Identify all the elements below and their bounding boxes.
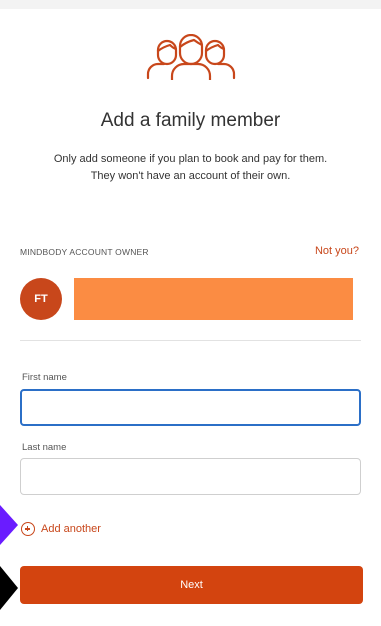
last-name-input[interactable] (20, 458, 361, 495)
account-owner-label: MINDBODY ACCOUNT OWNER (20, 247, 149, 257)
last-name-label: Last name (22, 442, 67, 453)
next-button[interactable]: Next (20, 566, 363, 604)
add-family-member-page: Add a family member Only add someone if … (0, 0, 381, 626)
first-name-label: First name (22, 372, 67, 383)
first-name-input[interactable] (20, 389, 361, 426)
avatar: FT (20, 278, 62, 320)
add-another-button[interactable]: Add another (21, 522, 101, 536)
subtitle-line-1: Only add someone if you plan to book and… (53, 153, 328, 165)
add-another-label: Add another (41, 523, 101, 535)
subtitle-line-2: They won't have an account of their own. (90, 170, 291, 182)
page-title: Add a family member (100, 110, 281, 131)
divider (20, 340, 361, 341)
purple-pointer-arrow-icon (0, 505, 18, 545)
black-pointer-arrow-icon (0, 566, 18, 610)
not-you-link[interactable]: Not you? (315, 245, 359, 257)
plus-circle-icon (21, 522, 35, 536)
top-strip (0, 0, 381, 9)
owner-name-redacted (74, 278, 353, 320)
page-subtitle: Only add someone if you plan to book and… (20, 151, 361, 185)
family-people-icon (146, 34, 236, 80)
